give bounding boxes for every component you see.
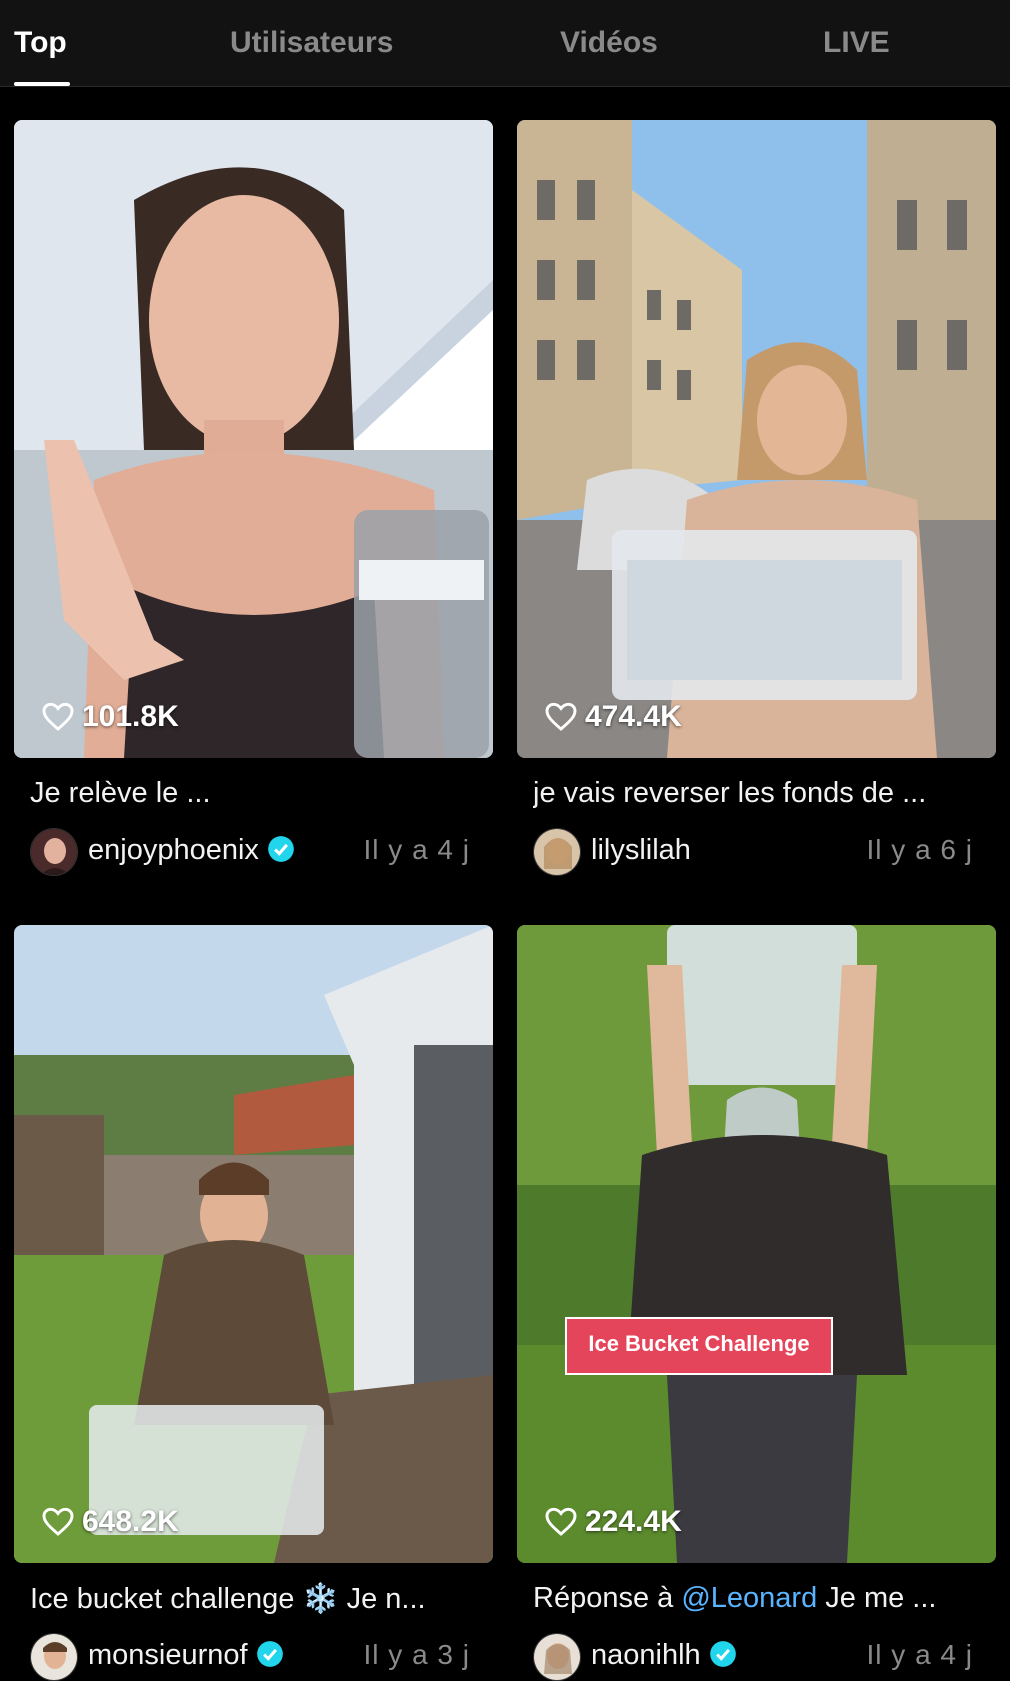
post-time: Il y a 3 j xyxy=(363,1639,470,1670)
video-author-row[interactable]: enjoyphoenix Il y a 4 j xyxy=(30,828,480,876)
video-card: 648.2K Ice bucket challenge ❄️ Je n... m… xyxy=(14,925,493,1681)
author-username[interactable]: monsieurnof xyxy=(88,1639,284,1672)
like-count: 648.2K xyxy=(42,1505,179,1539)
video-thumbnail[interactable]: 648.2K xyxy=(14,925,493,1563)
avatar[interactable] xyxy=(30,1633,78,1681)
heart-outline-icon xyxy=(42,1507,74,1536)
author-username[interactable]: lilyslilah xyxy=(591,834,691,867)
tab-users[interactable]: Utilisateurs xyxy=(230,26,393,66)
verified-badge-icon xyxy=(256,1641,283,1667)
video-thumbnail-image xyxy=(14,120,493,758)
heart-outline-icon xyxy=(545,1507,577,1536)
like-count: 224.4K xyxy=(545,1505,682,1539)
tab-live[interactable]: LIVE xyxy=(823,26,890,66)
video-card: 101.8K Je relève le ... enjoyphoenix Il … xyxy=(14,120,493,880)
video-card: Ice Bucket Challenge 224.4K Réponse à @L… xyxy=(517,925,996,1681)
tab-top[interactable]: Top xyxy=(14,26,67,66)
video-author-row[interactable]: lilyslilah Il y a 6 j xyxy=(533,828,983,876)
avatar[interactable] xyxy=(533,1633,581,1681)
video-author-row[interactable]: monsieurnof Il y a 3 j xyxy=(30,1633,480,1681)
author-username-text: monsieurnof xyxy=(88,1639,248,1671)
heart-outline-icon xyxy=(545,702,577,731)
avatar[interactable] xyxy=(533,828,581,876)
tab-videos[interactable]: Vidéos xyxy=(560,26,658,66)
like-count-value: 648.2K xyxy=(82,1505,179,1538)
post-time: Il y a 6 j xyxy=(866,834,973,865)
video-thumbnail-image xyxy=(517,925,996,1563)
like-count-value: 101.8K xyxy=(82,700,179,733)
like-count: 101.8K xyxy=(42,700,179,734)
video-author-row[interactable]: naonihlh Il y a 4 j xyxy=(533,1633,983,1681)
avatar[interactable] xyxy=(30,828,78,876)
caption-suffix: Je me ... xyxy=(817,1582,937,1614)
author-username[interactable]: naonihlh xyxy=(591,1639,737,1672)
caption-mention-link[interactable]: @Leonard xyxy=(681,1582,817,1614)
like-count: 474.4K xyxy=(545,700,682,734)
author-username-text: naonihlh xyxy=(591,1639,701,1671)
video-thumbnail[interactable]: 101.8K xyxy=(14,120,493,758)
active-tab-indicator xyxy=(14,82,70,86)
video-thumbnail-image xyxy=(14,925,493,1563)
caption-prefix: Réponse à xyxy=(533,1582,682,1614)
video-caption[interactable]: Je relève le ... xyxy=(30,777,480,810)
video-thumbnail-image xyxy=(517,120,996,758)
video-caption[interactable]: je vais reverser les fonds de ... xyxy=(533,777,983,810)
sticker-text: Ice Bucket Challenge xyxy=(588,1331,810,1356)
video-caption[interactable]: Réponse à @Leonard Je me ... xyxy=(533,1582,983,1615)
sticker-label: Ice Bucket Challenge xyxy=(565,1317,833,1375)
video-caption[interactable]: Ice bucket challenge ❄️ Je n... xyxy=(30,1582,480,1616)
video-thumbnail[interactable]: Ice Bucket Challenge 224.4K xyxy=(517,925,996,1563)
post-time: Il y a 4 j xyxy=(363,834,470,865)
search-tab-bar: Top Utilisateurs Vidéos LIVE xyxy=(0,0,1010,87)
like-count-value: 224.4K xyxy=(585,1505,682,1538)
author-username-text: enjoyphoenix xyxy=(88,834,259,866)
video-card: 474.4K je vais reverser les fonds de ...… xyxy=(517,120,996,880)
verified-badge-icon xyxy=(268,836,294,862)
verified-badge-icon xyxy=(709,1641,736,1667)
like-count-value: 474.4K xyxy=(585,700,682,733)
author-username[interactable]: enjoyphoenix xyxy=(88,834,295,867)
heart-outline-icon xyxy=(42,702,74,731)
video-thumbnail[interactable]: 474.4K xyxy=(517,120,996,758)
post-time: Il y a 4 j xyxy=(866,1639,973,1670)
